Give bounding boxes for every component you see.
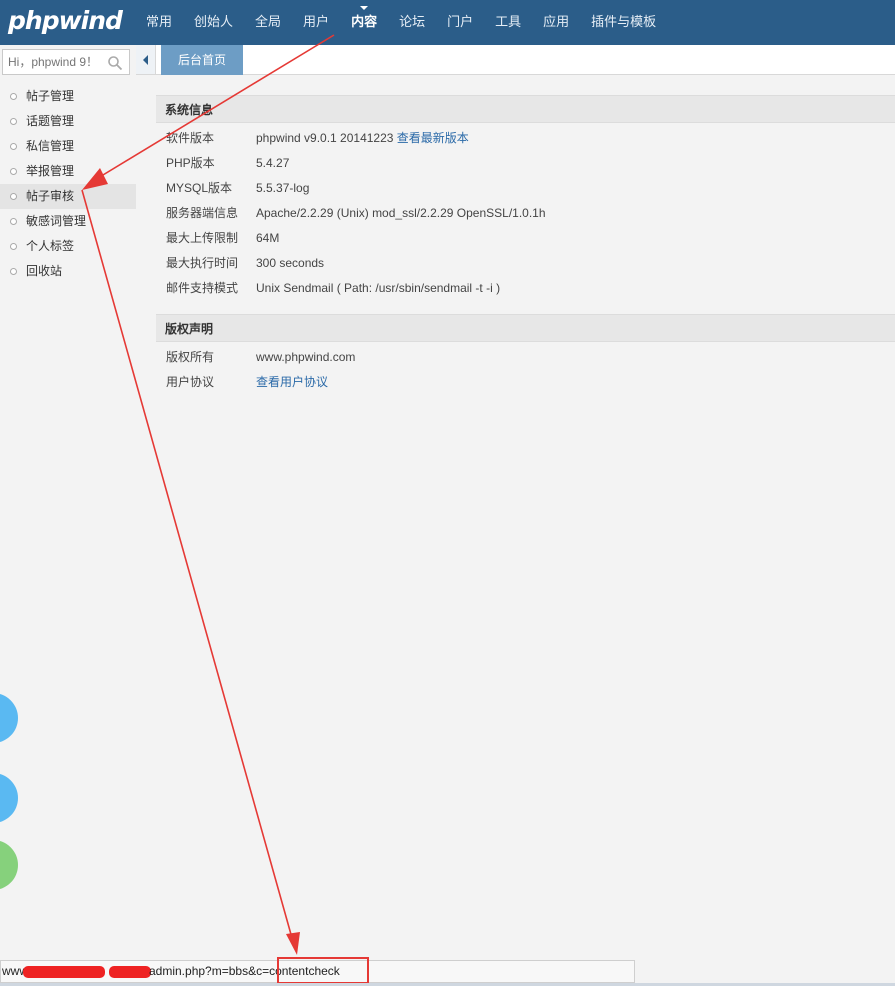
sidebar-item-label: 举报管理	[26, 164, 75, 178]
info-value: phpwind v9.0.1 20141223 查看最新版本	[256, 126, 469, 151]
nav-item-common[interactable]: 常用	[135, 0, 183, 45]
bullet-icon	[10, 143, 17, 150]
nav-item-founder[interactable]: 创始人	[183, 0, 244, 45]
sidebar-item-label: 话题管理	[26, 114, 75, 128]
bullet-icon	[10, 168, 17, 175]
bullet-icon	[10, 218, 17, 225]
nav-item-global[interactable]: 全局	[244, 0, 292, 45]
nav-item-apps[interactable]: 应用	[532, 0, 580, 45]
info-row: 用户协议 查看用户协议	[156, 370, 895, 395]
bullet-icon	[10, 93, 17, 100]
info-row: MYSQL版本 5.5.37-log	[156, 176, 895, 201]
info-value: Unix Sendmail ( Path: /usr/sbin/sendmail…	[256, 281, 501, 295]
sidebar-item-message-management[interactable]: 私信管理	[0, 134, 136, 159]
info-row: 邮件支持模式 Unix Sendmail ( Path: /usr/sbin/s…	[156, 276, 895, 301]
info-row: 版权所有 www.phpwind.com	[156, 345, 895, 370]
info-value: Apache/2.2.29 (Unix) mod_ssl/2.2.29 Open…	[256, 206, 546, 220]
nav-item-users[interactable]: 用户	[292, 0, 340, 45]
sidebar-item-label: 私信管理	[26, 139, 75, 153]
bullet-icon	[10, 193, 17, 200]
tab-bar: 后台首页	[136, 45, 895, 75]
sidebar-item-sensitive-words[interactable]: 敏感词管理	[0, 209, 136, 234]
info-key: MYSQL版本	[166, 181, 233, 195]
info-value: 5.4.27	[256, 156, 290, 170]
software-version: phpwind v9.0.1 20141223	[256, 131, 394, 145]
info-row: PHP版本 5.4.27	[156, 151, 895, 176]
info-key: 用户协议	[166, 375, 215, 389]
redaction-mark	[23, 966, 105, 978]
info-key: 邮件支持模式	[166, 281, 239, 295]
nav-item-content[interactable]: 内容	[340, 0, 388, 45]
info-key: 服务器端信息	[166, 206, 239, 220]
sidebar-item-thread-management[interactable]: 帖子管理	[0, 84, 136, 109]
sidebar-item-recycle-bin[interactable]: 回收站	[0, 259, 136, 284]
sidebar-item-label: 回收站	[26, 264, 63, 278]
sidebar-item-thread-review[interactable]: 帖子审核	[0, 184, 136, 209]
nav-item-forum[interactable]: 论坛	[388, 0, 436, 45]
bullet-icon	[10, 118, 17, 125]
sidebar-item-label: 帖子审核	[26, 189, 75, 203]
redaction-mark	[109, 966, 151, 978]
info-value: 64M	[256, 231, 280, 245]
nav-item-portal[interactable]: 门户	[436, 0, 484, 45]
sidebar-search	[2, 49, 130, 75]
info-row: 最大执行时间 300 seconds	[156, 251, 895, 276]
info-value: 查看用户协议	[256, 370, 328, 395]
section-title-system-info: 系统信息	[156, 95, 895, 123]
annotation-highlight-box	[277, 957, 369, 984]
info-row: 最大上传限制 64M	[156, 226, 895, 251]
info-value: 300 seconds	[256, 256, 325, 270]
check-latest-version-link[interactable]: 查看最新版本	[397, 131, 469, 145]
bullet-icon	[10, 243, 17, 250]
bullet-icon	[10, 268, 17, 275]
sidebar-menu: 帖子管理 话题管理 私信管理 举报管理 帖子审核 敏感词管理 个人标签 回收站	[0, 84, 136, 284]
info-row: 服务器端信息 Apache/2.2.29 (Unix) mod_ssl/2.2.…	[156, 201, 895, 226]
info-key: 最大执行时间	[166, 256, 239, 270]
phpwind-logo[interactable]: phpwind	[8, 4, 123, 38]
sidebar: 帖子管理 话题管理 私信管理 举报管理 帖子审核 敏感词管理 个人标签 回收站	[0, 45, 136, 986]
sidebar-item-label: 敏感词管理	[26, 214, 87, 228]
info-value: www.phpwind.com	[256, 350, 356, 364]
nav-item-plugins-templates[interactable]: 插件与模板	[580, 0, 667, 45]
info-row: 软件版本 phpwind v9.0.1 20141223 查看最新版本	[156, 126, 895, 151]
view-user-agreement-link[interactable]: 查看用户协议	[256, 375, 328, 389]
info-key: 最大上传限制	[166, 231, 239, 245]
tab-scroll-left-icon[interactable]	[136, 45, 156, 74]
info-value: 5.5.37-log	[256, 181, 310, 195]
search-icon[interactable]	[107, 55, 123, 71]
search-input[interactable]	[3, 50, 103, 74]
top-nav-bar: phpwind 常用 创始人 全局 用户 内容 论坛 门户 工具 应用 插件与模…	[0, 0, 895, 45]
info-key: 版权所有	[166, 350, 215, 364]
system-info-table: 软件版本 phpwind v9.0.1 20141223 查看最新版本 PHP版…	[156, 123, 895, 301]
info-key: PHP版本	[166, 156, 215, 170]
tab-admin-home[interactable]: 后台首页	[161, 45, 243, 75]
copyright-table: 版权所有 www.phpwind.com 用户协议 查看用户协议	[156, 342, 895, 395]
info-key: 软件版本	[166, 131, 215, 145]
sidebar-item-personal-tags[interactable]: 个人标签	[0, 234, 136, 259]
sidebar-item-report-management[interactable]: 举报管理	[0, 159, 136, 184]
section-title-copyright: 版权声明	[156, 314, 895, 342]
nav-item-tools[interactable]: 工具	[484, 0, 532, 45]
sidebar-item-label: 个人标签	[26, 239, 75, 253]
main-nav: 常用 创始人 全局 用户 内容 论坛 门户 工具 应用 插件与模板	[135, 0, 667, 45]
sidebar-item-label: 帖子管理	[26, 89, 75, 103]
sidebar-item-topic-management[interactable]: 话题管理	[0, 109, 136, 134]
main-content: 系统信息 软件版本 phpwind v9.0.1 20141223 查看最新版本…	[156, 95, 895, 395]
annotation-arrowhead	[286, 932, 300, 955]
